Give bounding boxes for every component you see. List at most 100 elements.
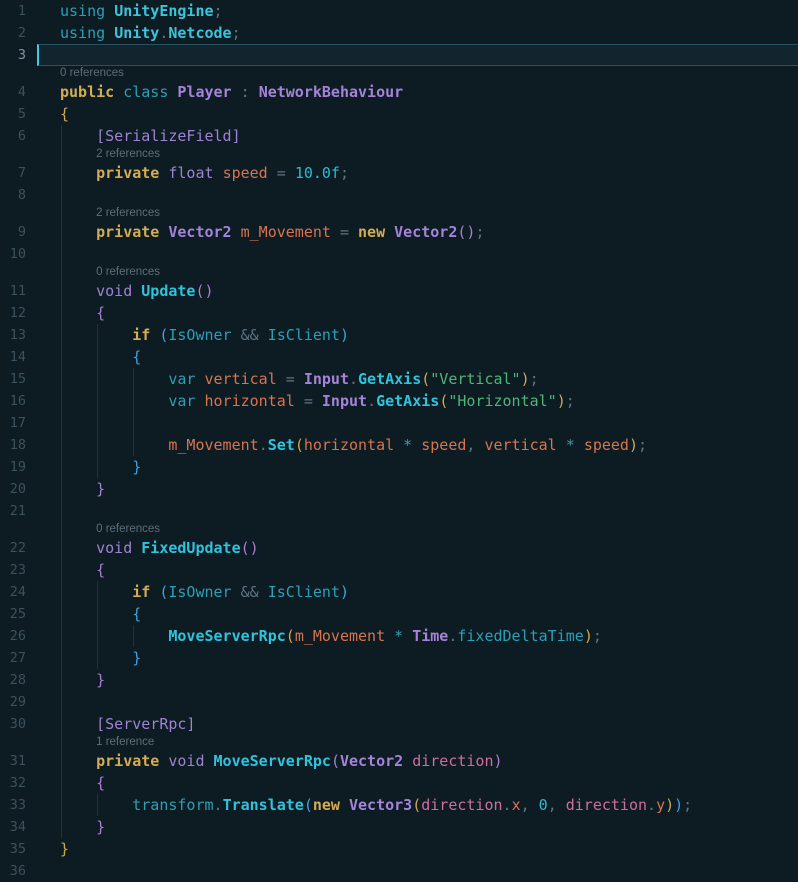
line-number[interactable]: 34 <box>0 816 26 838</box>
line-number[interactable]: 12 <box>0 302 26 324</box>
code-line[interactable]: 18 m_Movement.Set(horizontal * speed, ve… <box>0 434 798 456</box>
token-param: direction <box>565 796 648 814</box>
indent-guide <box>97 412 99 434</box>
line-number[interactable]: 24 <box>0 581 26 603</box>
codelens-row[interactable]: 0 references <box>0 522 798 537</box>
code-line[interactable]: 7 private float speed = 10.0f; <box>0 162 798 184</box>
code-line[interactable]: 12 { <box>0 302 798 324</box>
code-line[interactable]: 16 var horizontal = Input.GetAxis("Horiz… <box>0 390 798 412</box>
line-number[interactable]: 30 <box>0 713 26 735</box>
codelens-row[interactable]: 0 references <box>0 66 798 81</box>
code-line[interactable]: 22 void FixedUpdate() <box>0 537 798 559</box>
line-number[interactable]: 6 <box>0 125 26 147</box>
line-number[interactable]: 2 <box>0 22 26 44</box>
code-line[interactable]: 32 { <box>0 772 798 794</box>
code-line[interactable]: 20 } <box>0 478 798 500</box>
line-number[interactable]: 28 <box>0 669 26 691</box>
line-number[interactable]: 33 <box>0 794 26 816</box>
line-number[interactable]: 8 <box>0 184 26 206</box>
code-line[interactable]: 10 <box>0 243 798 265</box>
code-line[interactable]: 25 { <box>0 603 798 625</box>
line-number[interactable]: 11 <box>0 280 26 302</box>
code-editor[interactable]: 1 using UnityEngine; 2 using Unity.Netcode;… <box>0 0 798 881</box>
code-line[interactable]: 6 [SerializeField] <box>0 125 798 147</box>
line-number[interactable]: 32 <box>0 772 26 794</box>
line-number[interactable]: 21 <box>0 500 26 522</box>
line-number[interactable]: 36 <box>0 860 26 882</box>
code-line[interactable]: 31 private void MoveServerRpc(Vector2 di… <box>0 750 798 772</box>
line-number[interactable]: 27 <box>0 647 26 669</box>
codelens-references-link[interactable]: 2 references <box>96 147 160 162</box>
token-ws <box>60 649 132 667</box>
code-line[interactable]: 8 <box>0 184 798 206</box>
line-number[interactable]: 16 <box>0 390 26 412</box>
line-number[interactable]: 25 <box>0 603 26 625</box>
code-line[interactable]: 35} <box>0 838 798 860</box>
code-text: { <box>60 302 105 324</box>
line-number[interactable]: 4 <box>0 81 26 103</box>
token-b1: } <box>60 840 70 858</box>
token-type: NetworkBehaviour <box>258 83 404 101</box>
line-number[interactable]: 18 <box>0 434 26 456</box>
codelens-references-link[interactable]: 2 references <box>96 206 160 221</box>
code-line[interactable]: 14 { <box>0 346 798 368</box>
code-line[interactable]: 2 using Unity.Netcode; <box>0 22 798 44</box>
codelens-references-link[interactable]: 0 references <box>96 522 160 537</box>
code-line[interactable]: 1 using UnityEngine; <box>0 0 798 22</box>
codelens-row[interactable]: 2 references <box>0 206 798 221</box>
line-number[interactable]: 5 <box>0 103 26 125</box>
line-number[interactable]: 1 <box>0 0 26 22</box>
code-line[interactable]: 28 } <box>0 669 798 691</box>
codelens-references-link[interactable]: 0 references <box>60 66 124 81</box>
code-line[interactable]: 27 } <box>0 647 798 669</box>
code-line[interactable]: 5{ <box>0 103 798 125</box>
token-ws <box>60 671 96 689</box>
line-number[interactable]: 15 <box>0 368 26 390</box>
code-line[interactable]: 21 <box>0 500 798 522</box>
code-line[interactable]: 33 transform.Translate(new Vector3(direc… <box>0 794 798 816</box>
code-line[interactable]: 34 } <box>0 816 798 838</box>
line-number[interactable]: 13 <box>0 324 26 346</box>
code-line[interactable]: 23 { <box>0 559 798 581</box>
code-text: private void MoveServerRpc(Vector2 direc… <box>60 750 502 772</box>
token-b3: ) <box>339 583 349 601</box>
line-number[interactable]: 10 <box>0 243 26 265</box>
code-text: MoveServerRpc(m_Movement * Time.fixedDel… <box>60 625 602 647</box>
line-number[interactable]: 35 <box>0 838 26 860</box>
codelens-references-link[interactable]: 1 reference <box>96 735 154 750</box>
code-line[interactable]: 3 <box>0 44 798 66</box>
code-line[interactable]: 24 if (IsOwner && IsClient) <box>0 581 798 603</box>
token-b1: ) <box>556 392 566 410</box>
code-line[interactable]: 36 <box>0 860 798 882</box>
code-line[interactable]: 13 if (IsOwner && IsClient) <box>0 324 798 346</box>
code-line[interactable]: 29 <box>0 691 798 713</box>
line-number[interactable]: 7 <box>0 162 26 184</box>
code-line[interactable]: 19 } <box>0 456 798 478</box>
code-line[interactable]: 4 public class Player : NetworkBehaviour <box>0 81 798 103</box>
token-param: direction <box>412 752 494 770</box>
line-number[interactable]: 9 <box>0 221 26 243</box>
code-line[interactable]: 15 var vertical = Input.GetAxis("Vertica… <box>0 368 798 390</box>
code-line[interactable]: 26 MoveServerRpc(m_Movement * Time.fixed… <box>0 625 798 647</box>
codelens-row[interactable]: 2 references <box>0 147 798 162</box>
line-number[interactable]: 20 <box>0 478 26 500</box>
line-number[interactable]: 31 <box>0 750 26 772</box>
line-number[interactable]: 3 <box>0 44 26 66</box>
line-number[interactable]: 14 <box>0 346 26 368</box>
line-number[interactable]: 17 <box>0 412 26 434</box>
line-number[interactable]: 22 <box>0 537 26 559</box>
line-number[interactable]: 29 <box>0 691 26 713</box>
line-number[interactable]: 23 <box>0 559 26 581</box>
codelens-row[interactable]: 0 references <box>0 265 798 280</box>
token-b1: ) <box>520 370 530 388</box>
code-line[interactable]: 9 private Vector2 m_Movement = new Vecto… <box>0 221 798 243</box>
codelens-row[interactable]: 1 reference <box>0 735 798 750</box>
code-text: } <box>60 816 105 838</box>
code-line[interactable]: 11 void Update() <box>0 280 798 302</box>
line-number[interactable]: 19 <box>0 456 26 478</box>
line-number[interactable]: 26 <box>0 625 26 647</box>
codelens-references-link[interactable]: 0 references <box>96 265 160 280</box>
token-gold: public <box>60 83 124 101</box>
code-line[interactable]: 17 <box>0 412 798 434</box>
code-line[interactable]: 30 [ServerRpc] <box>0 713 798 735</box>
